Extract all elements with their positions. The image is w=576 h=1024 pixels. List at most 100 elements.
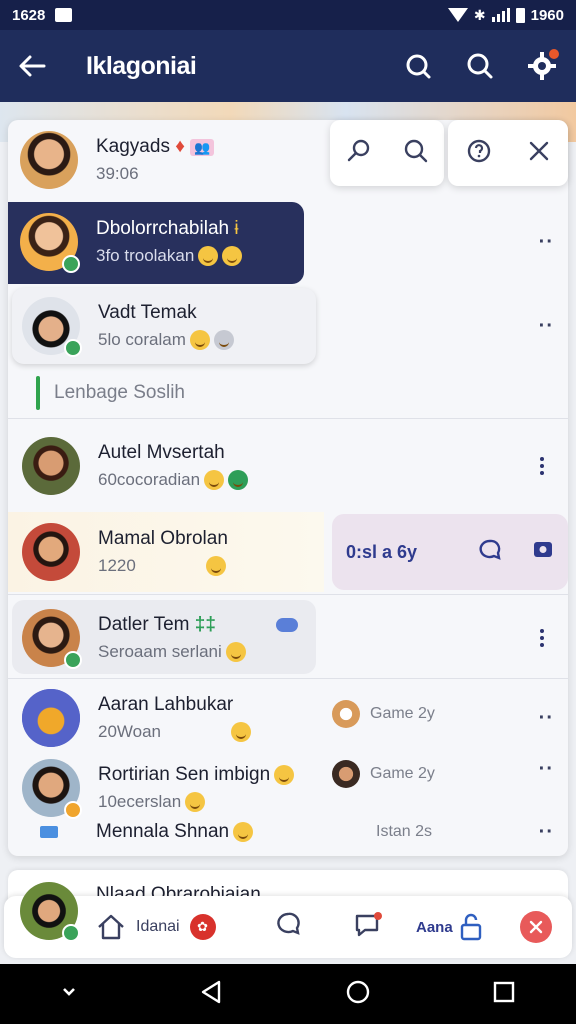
avatar — [20, 213, 80, 273]
chat-name: Dbolorrchabilah — [96, 217, 230, 239]
chat-row[interactable]: Aaran Lahbukar 20Woan Game 2y ·· — [8, 678, 568, 758]
circle-home-icon — [346, 980, 370, 1003]
nav-notifications[interactable] — [354, 911, 384, 944]
message-alert-icon — [355, 911, 382, 936]
nav-label: Aana — [416, 918, 453, 936]
wifi-icon — [447, 8, 468, 22]
chat-name: Kagyads — [96, 136, 170, 157]
game-status: Game 2y — [332, 700, 435, 728]
chat-preview: 1220 — [98, 555, 136, 575]
search-icon — [404, 139, 427, 162]
profile-avatar[interactable] — [20, 882, 80, 942]
recents-nav-button[interactable] — [493, 981, 515, 1008]
close-icon — [529, 141, 549, 160]
chat-row[interactable]: Autel Mvsertah 60cocoradian — [8, 426, 568, 506]
chat-name: Vadt Temak — [98, 301, 197, 323]
chat-name: Mamal Obrolan — [98, 527, 228, 549]
game-label: Game 2y — [370, 705, 435, 722]
avatar — [22, 437, 80, 495]
notification-app-icon — [55, 8, 73, 22]
hashtag-icon: ‡‡ — [194, 613, 216, 635]
chat-preview: 5lo coralam — [98, 329, 186, 349]
home-nav-button[interactable] — [345, 979, 371, 1010]
chat-preview: 3fo troolakan — [96, 245, 195, 265]
divider — [8, 594, 568, 595]
avatar — [22, 689, 80, 747]
help-button[interactable] — [466, 138, 492, 169]
smile-emoji-icon — [185, 792, 206, 813]
game-icon — [332, 760, 360, 788]
online-badge — [64, 651, 82, 669]
smile-emoji-icon — [231, 722, 252, 743]
last-seen-text: 0:sl a 6y — [346, 541, 418, 562]
settings-button[interactable] — [522, 46, 562, 86]
more-vertical-button[interactable] — [540, 457, 544, 475]
chat-row[interactable]: Vadt Temak 5lo coralam ·· — [8, 286, 568, 366]
close-button[interactable] — [528, 140, 550, 167]
swipe-actions-panel: 0:sl a 6y — [332, 514, 568, 590]
hide-keyboard-button[interactable] — [61, 985, 77, 1003]
more-options-button[interactable]: ·· — [539, 231, 554, 254]
more-options-button[interactable]: ·· — [539, 758, 554, 781]
section-label: Lenbage Soslih — [54, 382, 185, 403]
status-bar: 1628 ✱ 1960 — [0, 0, 576, 30]
back-nav-button[interactable] — [199, 979, 223, 1010]
chat-row-selected[interactable]: Dbolorrchabilah ɨ 3fo troolakan ·· — [8, 202, 568, 282]
neutral-emoji-icon — [213, 330, 234, 351]
pin-button[interactable] — [346, 138, 372, 169]
card-icon — [40, 826, 58, 838]
pin-icon — [347, 139, 369, 161]
avatar — [22, 609, 82, 669]
section-accent — [36, 376, 40, 410]
smile-emoji-icon — [198, 246, 219, 267]
chat-search-button[interactable] — [398, 46, 438, 86]
end-button[interactable] — [520, 911, 552, 943]
close-icon — [529, 920, 543, 934]
green-emoji-icon — [228, 470, 249, 491]
search-icon — [406, 54, 431, 79]
chat-preview: 60cocoradian — [98, 469, 201, 489]
avatar — [22, 759, 82, 819]
nav-label: Idanai — [136, 918, 180, 935]
smile-emoji-icon — [222, 246, 243, 267]
online-badge — [62, 924, 80, 942]
avatar — [20, 131, 78, 189]
avatar — [22, 523, 80, 581]
game-label: Game 2y — [370, 765, 435, 782]
game-icon — [332, 700, 360, 728]
sparkle-icon: ɨ — [234, 217, 239, 239]
chat-name: Aaran Lahbukar — [98, 693, 234, 715]
signal-icon — [491, 8, 510, 22]
online-badge — [62, 255, 80, 273]
chat-preview: Seroaam serlani — [98, 641, 222, 661]
game-status: Game 2y — [332, 760, 435, 788]
smile-emoji-icon — [274, 764, 295, 785]
lock-icon — [460, 913, 481, 941]
nav-chats[interactable] — [274, 911, 302, 944]
back-button[interactable] — [0, 30, 64, 102]
search-icon — [467, 53, 493, 79]
more-vertical-button[interactable] — [540, 629, 544, 647]
smile-emoji-icon — [204, 470, 225, 491]
nav-lock[interactable]: Aana — [416, 913, 483, 941]
bluetooth-icon: ✱ — [473, 6, 486, 23]
flower-icon: ✿ — [189, 914, 216, 940]
more-options-button[interactable]: ·· — [539, 821, 554, 844]
divider — [8, 418, 568, 419]
chat-row[interactable]: Mennala Shnan Istan 2s ·· — [8, 814, 568, 850]
chat-preview: 39:06 — [96, 164, 139, 183]
group-tag: 👥 — [190, 139, 215, 156]
reply-button[interactable] — [478, 538, 502, 567]
archive-icon — [534, 541, 552, 557]
chat-row[interactable]: Datler Tem ‡‡ Seroaam serlani — [8, 598, 568, 678]
more-options-button[interactable]: ·· — [539, 315, 554, 338]
more-options-button[interactable]: ·· — [539, 707, 554, 730]
nav-home[interactable]: Idanai ✿ — [96, 913, 216, 941]
page-title: Iklagoniai — [86, 51, 197, 80]
archive-button[interactable] — [532, 538, 554, 567]
search-button[interactable] — [403, 138, 429, 169]
battery-icon — [515, 7, 525, 23]
app-bar: Iklagoniai — [0, 30, 576, 102]
chat-meta: Istan 2s — [376, 823, 433, 840]
search-button[interactable] — [460, 46, 500, 86]
